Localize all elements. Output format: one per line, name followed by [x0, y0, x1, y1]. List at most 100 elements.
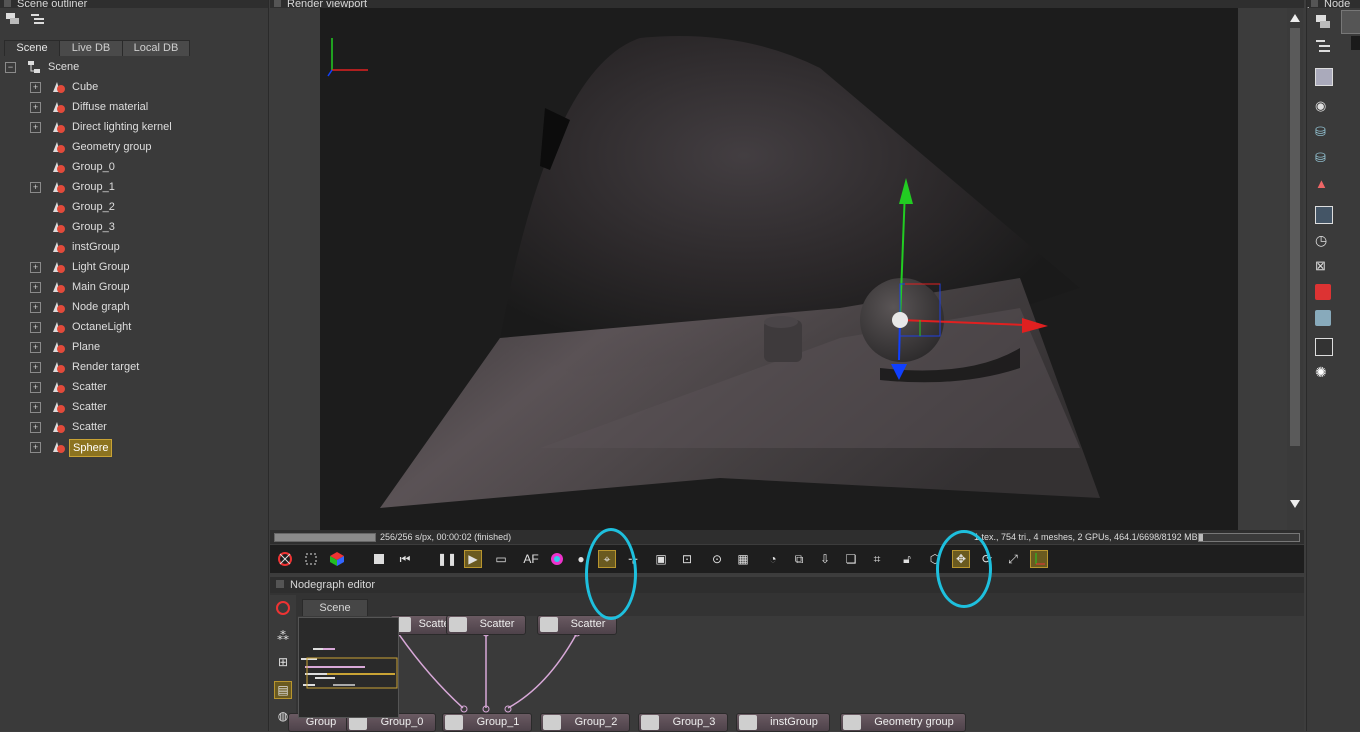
- tree-item[interactable]: + Plane: [0, 337, 260, 357]
- layers-icon[interactable]: [1315, 310, 1331, 326]
- tab-live-db[interactable]: Live DB: [59, 40, 123, 56]
- light-icon[interactable]: ✺: [1315, 364, 1331, 380]
- expand-toggle[interactable]: +: [30, 102, 41, 113]
- tree-item[interactable]: + Scatter: [0, 377, 260, 397]
- fit-graph-icon[interactable]: ⊞: [274, 653, 292, 671]
- expand-toggle[interactable]: +: [30, 362, 41, 373]
- zoom-icon[interactable]: ⊙: [708, 550, 726, 568]
- red-cube-icon[interactable]: [1315, 284, 1331, 300]
- expand-toggle[interactable]: +: [30, 302, 41, 313]
- expand-toggle[interactable]: +: [30, 182, 41, 193]
- auto-focus-icon[interactable]: AF: [522, 550, 540, 568]
- expand-toggle[interactable]: +: [30, 122, 41, 133]
- copy-icon[interactable]: ⧉: [790, 550, 808, 568]
- scroll-thumb[interactable]: [1290, 28, 1300, 446]
- tree-item[interactable]: Group_2: [0, 197, 260, 217]
- unlock-icon[interactable]: 🔓︎: [898, 550, 916, 568]
- tree-item[interactable]: Group_0: [0, 157, 260, 177]
- scene-node-icon: [51, 400, 65, 414]
- expand-toggle[interactable]: +: [30, 282, 41, 293]
- kernel-icon[interactable]: ⊠: [1315, 258, 1331, 274]
- color-picker-icon[interactable]: [548, 550, 566, 568]
- tab-scene-graph[interactable]: Scene: [302, 599, 368, 617]
- stop-render-button[interactable]: [370, 550, 388, 568]
- tree-item[interactable]: + Light Group: [0, 257, 260, 277]
- viewport-display-icon[interactable]: ▭: [492, 550, 510, 568]
- dock-tab-button[interactable]: [1351, 36, 1360, 50]
- scale-gizmo-button[interactable]: ⤢: [1004, 550, 1022, 568]
- render-image[interactable]: [320, 8, 1238, 530]
- tree-item[interactable]: + Node graph: [0, 297, 260, 317]
- expand-toggle[interactable]: +: [30, 342, 41, 353]
- recenter-icon[interactable]: [274, 599, 292, 617]
- image-icon[interactable]: [1315, 68, 1333, 86]
- expand-toggle[interactable]: +: [30, 82, 41, 93]
- scroll-down-icon[interactable]: [1290, 500, 1300, 508]
- expand-toggle[interactable]: +: [30, 262, 41, 273]
- node-group-3[interactable]: Group_3: [638, 713, 728, 732]
- tree-item[interactable]: + Direct lighting kernel: [0, 117, 260, 137]
- expand-all-icon[interactable]: [1315, 38, 1331, 54]
- collapse-all-icon[interactable]: [6, 13, 20, 25]
- environment-icon[interactable]: ⛁: [1315, 150, 1331, 166]
- tree-item[interactable]: + Scatter: [0, 417, 260, 437]
- tab-local-db[interactable]: Local DB: [122, 40, 190, 56]
- tree-item[interactable]: Group_3: [0, 217, 260, 237]
- lock-viewport-icon[interactable]: ▣: [652, 550, 670, 568]
- texture-icon[interactable]: [1315, 206, 1333, 224]
- clay-mode-icon[interactable]: ⊡: [678, 550, 696, 568]
- tree-item[interactable]: + Render target: [0, 357, 260, 377]
- panel-float-checkbox[interactable]: [274, 0, 281, 7]
- tree-item[interactable]: Geometry group: [0, 137, 260, 157]
- node-instgroup[interactable]: instGroup: [736, 713, 830, 732]
- denoiser-icon[interactable]: ⌗: [868, 550, 886, 568]
- nodegraph-minimap[interactable]: [298, 617, 399, 718]
- panel-float-checkbox[interactable]: [276, 580, 284, 588]
- restart-render-button[interactable]: ⏮: [396, 550, 414, 568]
- material-icon[interactable]: ▲: [1315, 176, 1331, 192]
- tree-item[interactable]: + Diffuse material: [0, 97, 260, 117]
- tree-root-scene[interactable]: − Scene: [0, 57, 260, 77]
- tree-item[interactable]: instGroup: [0, 237, 260, 257]
- expand-all-icon[interactable]: [31, 13, 45, 25]
- region-render-icon[interactable]: [302, 550, 320, 568]
- world-axis-button[interactable]: [1030, 550, 1048, 568]
- expand-toggle[interactable]: +: [30, 442, 41, 453]
- tree-item[interactable]: + OctaneLight: [0, 317, 260, 337]
- tree-item[interactable]: + Group_1: [0, 177, 260, 197]
- node-group-2[interactable]: Group_2: [540, 713, 630, 732]
- render-view[interactable]: [320, 8, 1238, 530]
- panel-float-checkbox[interactable]: [4, 0, 11, 7]
- tree-item[interactable]: + Cube: [0, 77, 260, 97]
- collapse-all-icon[interactable]: [1315, 14, 1331, 30]
- start-render-button[interactable]: ▶: [464, 550, 482, 568]
- layers-icon[interactable]: ❏: [842, 550, 860, 568]
- pause-render-button[interactable]: ❚❚: [437, 550, 457, 568]
- rgb-cube-icon[interactable]: [328, 550, 346, 568]
- node-geometry-group[interactable]: Geometry group: [840, 713, 966, 732]
- collapse-toggle[interactable]: −: [5, 62, 16, 73]
- viewport-vscroll[interactable]: [1287, 8, 1303, 530]
- mesh-icon[interactable]: ⛁: [1315, 124, 1331, 140]
- scroll-up-icon[interactable]: [1290, 14, 1300, 22]
- render-target-icon[interactable]: [1315, 338, 1333, 356]
- node-group-1[interactable]: Group_1: [442, 713, 532, 732]
- node-scatter[interactable]: Scatter: [446, 615, 526, 635]
- clock-icon[interactable]: ◷: [1315, 232, 1331, 248]
- expand-toggle[interactable]: +: [30, 322, 41, 333]
- expand-toggle[interactable]: +: [30, 402, 41, 413]
- save-render-icon[interactable]: ⇩: [816, 550, 834, 568]
- checker-icon[interactable]: ▦: [734, 550, 752, 568]
- expand-toggle[interactable]: +: [30, 382, 41, 393]
- speedometer-icon[interactable]: ◔: [764, 550, 782, 568]
- minimap-toggle-icon[interactable]: ▤: [274, 681, 292, 699]
- tab-scene[interactable]: Scene: [4, 40, 60, 56]
- tree-item[interactable]: + Main Group: [0, 277, 260, 297]
- camera-icon[interactable]: ◉: [1315, 98, 1331, 114]
- tree-item[interactable]: + Sphere: [0, 437, 260, 457]
- tree-item[interactable]: + Scatter: [0, 397, 260, 417]
- render-settings-icon[interactable]: [276, 550, 294, 568]
- expand-toggle[interactable]: +: [30, 422, 41, 433]
- inspector-selected-node-icon[interactable]: [1341, 10, 1360, 34]
- arrange-nodes-icon[interactable]: ⁂: [274, 627, 292, 645]
